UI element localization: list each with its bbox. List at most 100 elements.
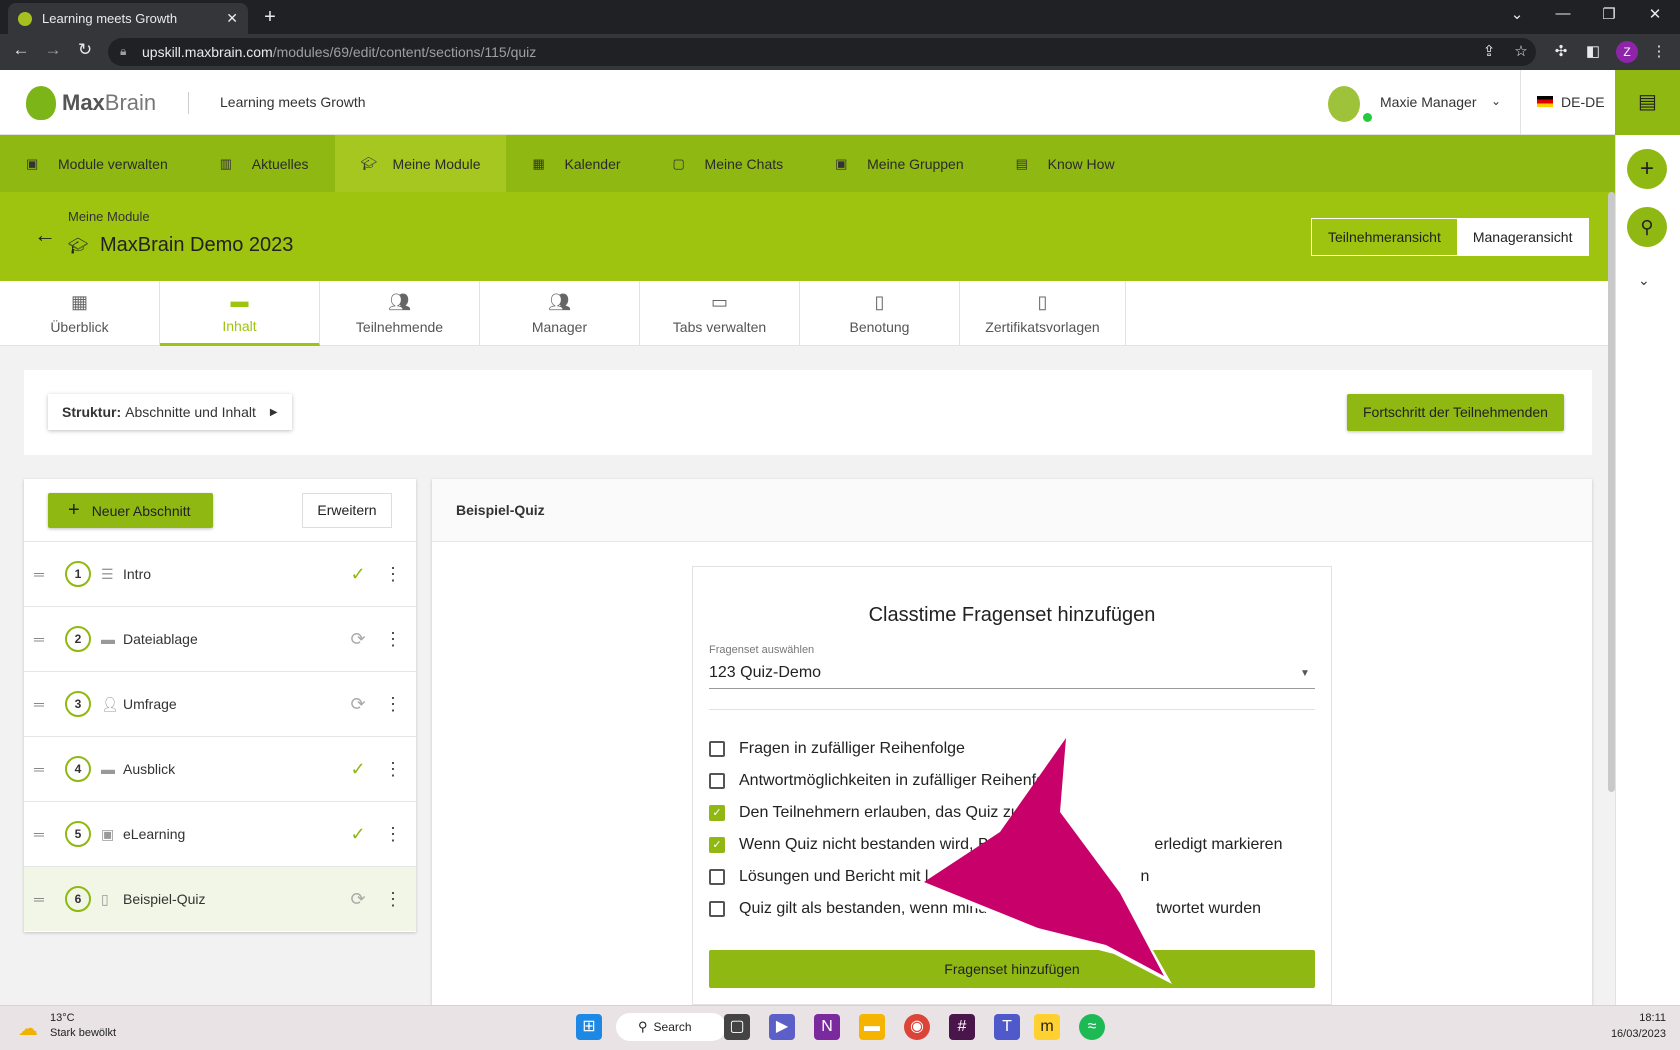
- task-view-icon[interactable]: ▢: [724, 1014, 750, 1040]
- more-vert-icon[interactable]: ⋮: [382, 759, 404, 780]
- search-button[interactable]: ⚲: [1627, 207, 1667, 247]
- close-window-button[interactable]: ✕: [1640, 5, 1670, 23]
- chrome-icon[interactable]: ◉: [904, 1014, 930, 1040]
- tab-search-chevron-icon[interactable]: ⌄: [1502, 5, 1532, 23]
- drag-handle-icon[interactable]: ═: [34, 631, 50, 647]
- option-mark-done[interactable]: ✓ Wenn Quiz nicht bestanden wird, Bereich…: [709, 835, 1282, 855]
- scrollbar[interactable]: [1608, 192, 1615, 792]
- spotify-icon[interactable]: ≈: [1079, 1014, 1105, 1040]
- brain-logo-icon[interactable]: [26, 86, 56, 120]
- avatar[interactable]: [1328, 86, 1360, 122]
- breadcrumb[interactable]: Meine Module: [68, 209, 150, 224]
- german-flag-icon[interactable]: [1537, 96, 1553, 107]
- weather-description[interactable]: Stark bewölkt: [50, 1027, 116, 1039]
- option-allow-retake[interactable]: ✓ Den Teilnehmern erlauben, das Quiz zu w…: [709, 803, 1057, 823]
- checkbox[interactable]: [709, 901, 725, 917]
- language-selector[interactable]: DE-DE: [1561, 94, 1605, 110]
- browser-menu-icon[interactable]: ⋮: [1648, 42, 1670, 60]
- tab-inhalt[interactable]: ▬ Inhalt: [160, 281, 320, 346]
- drag-handle-icon[interactable]: ═: [34, 891, 50, 907]
- more-vert-icon[interactable]: ⋮: [382, 564, 404, 585]
- side-panel-icon[interactable]: ◧: [1582, 42, 1604, 60]
- taskbar-search[interactable]: ⚲ Search: [616, 1013, 726, 1041]
- teams-icon[interactable]: T: [994, 1014, 1020, 1040]
- checkbox-checked[interactable]: ✓: [709, 805, 725, 821]
- tab-manager[interactable]: 👥︎ Manager: [480, 281, 640, 346]
- logo-text[interactable]: MaxBrain: [62, 90, 156, 116]
- nav-aktuelles[interactable]: ▥ Aktuelles: [194, 135, 335, 192]
- add-button[interactable]: +: [1627, 149, 1667, 189]
- section-row[interactable]: ═ 5 ▣ eLearning ✓ ⋮: [24, 801, 416, 866]
- temperature[interactable]: 13°C: [50, 1012, 75, 1024]
- extensions-icon[interactable]: ✣: [1550, 42, 1572, 60]
- option-random-answers[interactable]: Antwortmöglichkeiten in zufälliger Reihe…: [709, 771, 1057, 791]
- nav-module-verwalten[interactable]: ▣ Module verwalten: [0, 135, 194, 192]
- back-arrow-icon[interactable]: ←: [34, 222, 56, 248]
- maximize-button[interactable]: ❐: [1594, 5, 1624, 23]
- option-random-questions[interactable]: Fragen in zufälliger Reihenfolge: [709, 739, 965, 759]
- reload-icon[interactable]: ↻: [72, 40, 98, 60]
- date[interactable]: 16/03/2023: [1590, 1028, 1666, 1040]
- chevron-down-icon[interactable]: ⌄: [1491, 94, 1501, 108]
- forward-icon[interactable]: →: [40, 40, 66, 60]
- option-solutions-report[interactable]: Lösungen und Bericht mit l n: [709, 867, 1149, 887]
- miro-icon[interactable]: m: [1034, 1014, 1060, 1040]
- checkbox[interactable]: [709, 869, 725, 885]
- manager-view-button[interactable]: Manageransicht: [1456, 219, 1589, 255]
- nav-meine-chats[interactable]: ▢ Meine Chats: [647, 135, 810, 192]
- new-tab-button[interactable]: +: [258, 6, 282, 30]
- more-vert-icon[interactable]: ⋮: [382, 824, 404, 845]
- option-pass-threshold[interactable]: Quiz gilt als bestanden, wenn mindes twor…: [709, 899, 1261, 919]
- nav-kalender[interactable]: ▦ Kalender: [506, 135, 646, 192]
- nav-know-how[interactable]: ▤ Know How: [990, 135, 1141, 192]
- progress-button[interactable]: Fortschritt der Teilnehmenden: [1347, 394, 1564, 431]
- weather-cloud-icon[interactable]: ☁: [18, 1016, 38, 1041]
- lock-icon[interactable]: 🔒︎: [120, 44, 126, 59]
- chat-button[interactable]: ▤: [1615, 70, 1680, 135]
- profile-avatar[interactable]: Z: [1616, 41, 1638, 63]
- onenote-icon[interactable]: N: [814, 1014, 840, 1040]
- dropdown-caret-icon[interactable]: ▼: [1300, 668, 1310, 679]
- back-icon[interactable]: ←: [8, 40, 34, 60]
- questionset-select[interactable]: 123 Quiz-Demo: [709, 664, 821, 682]
- add-questionset-button[interactable]: Fragenset hinzufügen: [709, 950, 1315, 988]
- section-row[interactable]: ═ 1 ☰ Intro ✓ ⋮: [24, 541, 416, 606]
- new-section-button[interactable]: + Neuer Abschnitt: [48, 493, 213, 528]
- section-row[interactable]: ═ 6 ▯ Beispiel-Quiz ⟳ ⋮: [24, 866, 416, 931]
- windows-start-icon[interactable]: ⊞: [576, 1014, 602, 1040]
- checkbox[interactable]: [709, 773, 725, 789]
- browser-tab[interactable]: Learning meets Growth ✕: [8, 3, 248, 34]
- tab-zertifikatsvorlagen[interactable]: ▯ Zertifikatsvorlagen: [960, 281, 1126, 346]
- user-name[interactable]: Maxie Manager: [1380, 94, 1477, 110]
- more-vert-icon[interactable]: ⋮: [382, 889, 404, 910]
- clock[interactable]: 18:11: [1600, 1012, 1666, 1024]
- tab-ueberblick[interactable]: ▦ Überblick: [0, 281, 160, 346]
- slack-icon[interactable]: #: [949, 1014, 975, 1040]
- section-row[interactable]: ═ 4 ▬ Ausblick ✓ ⋮: [24, 736, 416, 801]
- tab-teilnehmende[interactable]: 👥︎ Teilnehmende: [320, 281, 480, 346]
- file-explorer-icon[interactable]: ▬: [859, 1014, 885, 1040]
- drag-handle-icon[interactable]: ═: [34, 566, 50, 582]
- more-vert-icon[interactable]: ⋮: [382, 694, 404, 715]
- drag-handle-icon[interactable]: ═: [34, 761, 50, 777]
- tab-benotung[interactable]: ▯ Benotung: [800, 281, 960, 346]
- chat-app-icon[interactable]: ▶: [769, 1014, 795, 1040]
- more-vert-icon[interactable]: ⋮: [382, 629, 404, 650]
- section-row[interactable]: ═ 3 👤︎ Umfrage ⟳ ⋮: [24, 671, 416, 736]
- bookmark-star-icon[interactable]: ☆: [1510, 42, 1532, 60]
- section-row[interactable]: ═ 2 ▬ Dateiablage ⟳ ⋮: [24, 606, 416, 671]
- participant-view-button[interactable]: Teilnehmeransicht: [1312, 219, 1457, 255]
- nav-meine-module[interactable]: 🎓︎ Meine Module: [334, 135, 507, 192]
- minimize-button[interactable]: —: [1548, 5, 1578, 22]
- rail-chevron-down-icon[interactable]: ⌄: [1638, 272, 1650, 289]
- checkbox-checked[interactable]: ✓: [709, 837, 725, 853]
- tab-tabs-verwalten[interactable]: ▭ Tabs verwalten: [640, 281, 800, 346]
- drag-handle-icon[interactable]: ═: [34, 696, 50, 712]
- structure-dropdown[interactable]: Struktur: Abschnitte und Inhalt ▶: [48, 394, 292, 430]
- checkbox[interactable]: [709, 741, 725, 757]
- expand-button[interactable]: Erweitern: [302, 493, 392, 528]
- close-tab-icon[interactable]: ✕: [226, 10, 238, 27]
- share-icon[interactable]: ⇪: [1478, 42, 1500, 60]
- nav-meine-gruppen[interactable]: ▣ Meine Gruppen: [809, 135, 990, 192]
- url-field[interactable]: upskill.maxbrain.com/modules/69/edit/con…: [108, 38, 1536, 66]
